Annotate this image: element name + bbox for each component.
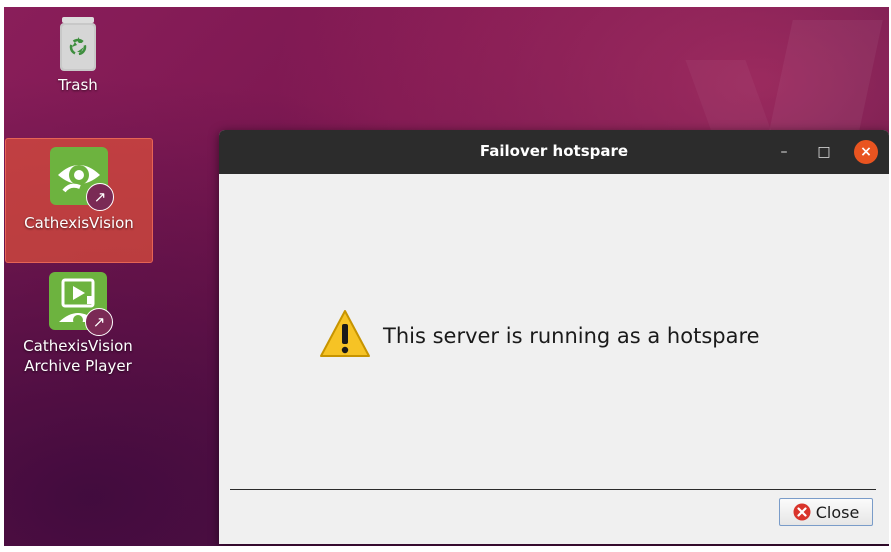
message-row: This server is running as a hotspare: [319, 310, 760, 362]
archive-player-icon: ↗: [49, 272, 113, 336]
dialog-separator: [230, 489, 876, 490]
close-button-label: Close: [815, 502, 860, 522]
desktop-icon-label: CathexisVision: [24, 214, 134, 232]
shortcut-arrow-icon: ↗: [86, 183, 114, 211]
maximize-button[interactable]: □: [812, 140, 836, 164]
failover-dialog: Failover hotspare – □ × This server is r…: [219, 130, 889, 544]
dialog-titlebar[interactable]: Failover hotspare – □ ×: [219, 130, 889, 174]
desktop-icon-label: Trash: [58, 76, 98, 94]
desktop-icon-cathexisvision[interactable]: ↗ CathexisVision: [5, 138, 153, 263]
close-circle-icon: [793, 503, 811, 521]
desktop-icon-archive-player[interactable]: ↗ CathexisVision Archive Player: [5, 272, 151, 376]
desktop-icon-label-line-1: CathexisVision: [23, 337, 133, 355]
trash-icon: [56, 15, 100, 75]
dialog-message: This server is running as a hotspare: [383, 324, 760, 348]
window-close-button[interactable]: ×: [854, 140, 878, 164]
desktop-icon-label-line-2: Archive Player: [24, 357, 132, 375]
screenshot-border: [0, 0, 4, 552]
shortcut-arrow-icon: ↗: [85, 308, 113, 336]
minimize-button[interactable]: –: [772, 140, 796, 164]
screenshot-border: [0, 0, 891, 7]
screenshot-border: [0, 546, 891, 552]
wallpaper-shape: [685, 60, 775, 140]
wallpaper-shape: [767, 20, 883, 140]
eye-app-icon: ↗: [50, 147, 114, 211]
close-button[interactable]: Close: [779, 498, 873, 526]
warning-icon: [319, 308, 371, 364]
desktop-icon-trash[interactable]: Trash: [5, 15, 151, 95]
desktop: Trash ↗ CathexisVision ↗ CathexisVision …: [0, 0, 891, 552]
